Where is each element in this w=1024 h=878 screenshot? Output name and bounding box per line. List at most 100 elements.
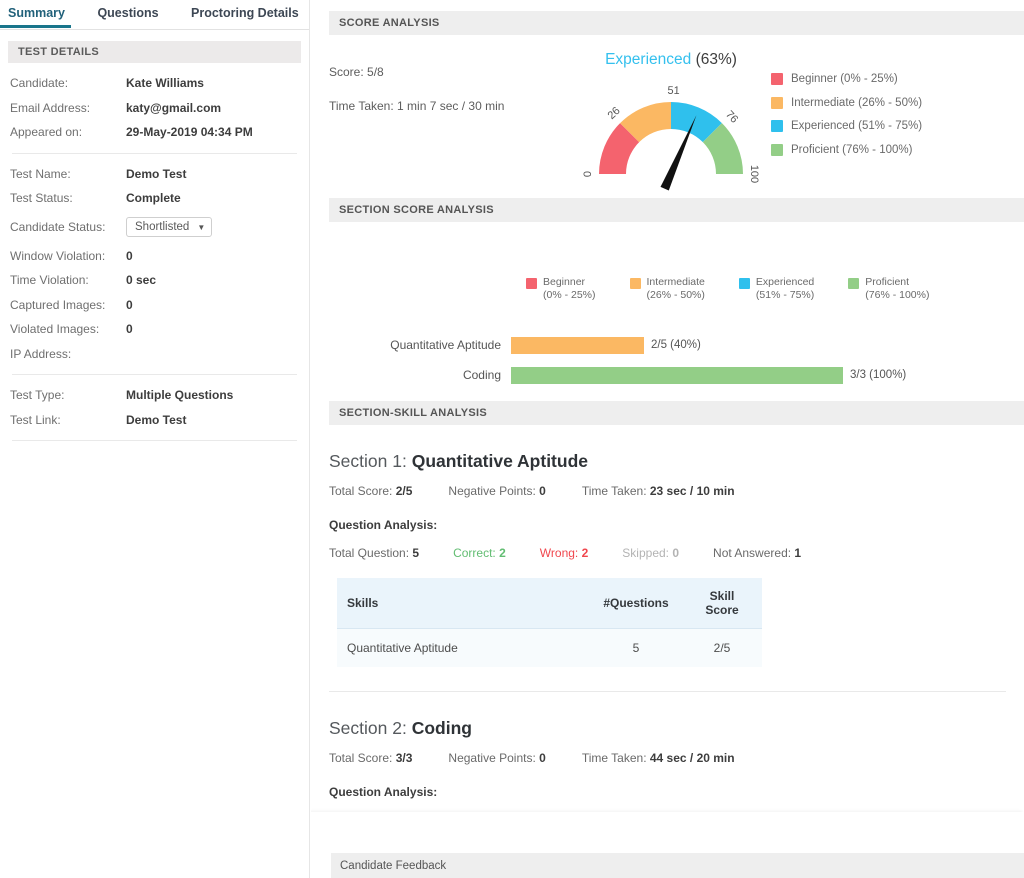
value-test-link[interactable]: Demo Test (126, 413, 186, 427)
legend-name-proficient: Proficient (865, 276, 909, 288)
legend-item-experienced: Experienced (51% - 75%) (771, 120, 922, 132)
legend-label-experienced: Experienced (51% - 75%) (791, 120, 922, 132)
section-1-not-answered: Not Answered: 1 (713, 546, 801, 560)
time-taken-line: Time Taken: 1 min 7 sec / 30 min (329, 99, 504, 113)
column-skill-score: Skill Score (682, 578, 762, 629)
legend-item-intermediate: Intermediate (26% - 50%) (630, 276, 705, 302)
legend-text-proficient: Proficient (76% - 100%) (865, 276, 929, 302)
section-1-not-answered-label: Not Answered: (713, 546, 791, 560)
section-1-wrong-label: Wrong: (540, 546, 578, 560)
section-2-title: Section 2: Coding (329, 718, 1006, 739)
section-1-correct-value: 2 (499, 546, 506, 560)
divider (12, 440, 297, 441)
label-test-status: Test Status: (10, 191, 126, 205)
section-2-time-label: Time Taken: (582, 751, 647, 765)
detail-row-test-name: Test Name: Demo Test (10, 162, 299, 187)
section-1-meta: Total Score: 2/5 Negative Points: 0 Time… (329, 484, 1006, 498)
legend-label-intermediate: Intermediate (26% - 50%) (791, 97, 922, 109)
detail-row-email: Email Address: katy@gmail.com (10, 96, 299, 121)
table-row: Quantitative Aptitude 5 2/5 (337, 629, 762, 668)
section-1-wrong: Wrong: 2 (540, 546, 589, 560)
legend-swatch-experienced (771, 120, 783, 132)
section-2-prefix: Section 2: (329, 718, 407, 738)
legend-item-beginner: Beginner (0% - 25%) (771, 73, 922, 85)
gauge-level-label: Experienced (605, 51, 691, 68)
section-divider (329, 691, 1006, 692)
gauge-tick-label: 100 (748, 165, 760, 183)
cell-question-count: 5 (590, 629, 682, 668)
legend-range-experienced: (51% - 75%) (756, 289, 814, 301)
section-2-question-analysis-heading: Question Analysis: (329, 785, 1006, 799)
value-candidate: Kate Williams (126, 76, 204, 90)
tab-summary[interactable]: Summary (8, 0, 65, 27)
gauge-percent-label: (63%) (696, 51, 737, 68)
label-candidate: Candidate: (10, 76, 126, 90)
gauge-legend: Beginner (0% - 25%) Intermediate (26% - … (771, 73, 922, 167)
bar-row: Coding 3/3 (100%) (311, 360, 1024, 390)
table-header-row: Skills #Questions Skill Score (337, 578, 762, 629)
section-1-question-analysis: Total Question: 5 Correct: 2 Wrong: 2 Sk… (329, 546, 1006, 560)
test-report-page: Summary Questions Proctoring Details A T… (0, 0, 1024, 878)
section-score-legend: Beginner (0% - 25%) Intermediate (26% - … (526, 276, 963, 302)
section-1-total-question: Total Question: 5 (329, 546, 419, 560)
section-1-question-analysis-heading: Question Analysis: (329, 518, 1006, 532)
label-captured-images: Captured Images: (10, 298, 126, 312)
detail-row-appeared-on: Appeared on: 29-May-2019 04:34 PM (10, 120, 299, 145)
legend-item-experienced: Experienced (51% - 75%) (739, 276, 814, 302)
legend-name-experienced: Experienced (756, 276, 814, 288)
tab-bar: Summary Questions Proctoring Details A (0, 0, 309, 30)
section-1-total-question-label: Total Question: (329, 546, 409, 560)
section-1-skipped: Skipped: 0 (622, 546, 679, 560)
legend-name-intermediate: Intermediate (647, 276, 705, 288)
label-time-violation: Time Violation: (10, 273, 126, 287)
value-violated-images: 0 (126, 322, 133, 336)
right-panel: SCORE ANALYSIS Score: 5/8 Time Taken: 1 … (311, 0, 1024, 878)
section-1-time-label: Time Taken: (582, 484, 647, 498)
test-details-list: Candidate: Kate Williams Email Address: … (0, 63, 309, 441)
legend-text-beginner: Beginner (0% - 25%) (543, 276, 596, 302)
section-2-total-score-value: 3/3 (396, 751, 413, 765)
section-1-title: Section 1: Quantitative Aptitude (329, 451, 1006, 472)
value-time-violation: 0 sec (126, 273, 156, 287)
candidate-feedback-header: Candidate Feedback (331, 853, 1024, 878)
score-line: Score: 5/8 (329, 65, 504, 79)
legend-range-beginner: (0% - 25%) (543, 289, 596, 301)
detail-row-window-violation: Window Violation: 0 (10, 244, 299, 269)
section-skill-analysis-header: SECTION-SKILL ANALYSIS (329, 401, 1024, 425)
column-questions: #Questions (590, 578, 682, 629)
tab-proctoring-details[interactable]: Proctoring Details (191, 0, 299, 27)
legend-text-intermediate: Intermediate (26% - 50%) (647, 276, 705, 302)
candidate-status-select[interactable]: Shortlisted ▼ (126, 217, 212, 237)
tab-questions[interactable]: Questions (97, 0, 158, 27)
section-1-total-question-value: 5 (412, 546, 419, 560)
label-test-link: Test Link: (10, 413, 126, 427)
gauge-tick-label: 76 (723, 109, 740, 126)
cell-skill-name: Quantitative Aptitude (337, 629, 590, 668)
column-skills: Skills (337, 578, 590, 629)
section-2-negative-points: Negative Points: 0 (448, 751, 545, 765)
section-1-total-score-label: Total Score: (329, 484, 392, 498)
legend-swatch-intermediate (630, 278, 641, 289)
value-window-violation: 0 (126, 249, 133, 263)
legend-name-beginner: Beginner (543, 276, 585, 288)
divider (12, 374, 297, 375)
value-email-address: katy@gmail.com (126, 101, 221, 115)
bar-fill-quantitative-aptitude (511, 337, 644, 354)
section-1-negative-label: Negative Points: (448, 484, 535, 498)
section-score-chart: Beginner (0% - 25%) Intermediate (26% - … (311, 222, 1024, 390)
section-1-total-score-value: 2/5 (396, 484, 413, 498)
detail-row-ip-address: IP Address: (10, 342, 299, 367)
value-test-name: Demo Test (126, 167, 186, 181)
legend-swatch-beginner (771, 73, 783, 85)
gauge-svg: 0265176100 (566, 71, 776, 191)
section-2-name: Coding (412, 718, 472, 738)
divider (12, 153, 297, 154)
legend-item-proficient: Proficient (76% - 100%) (771, 144, 922, 156)
value-test-type: Multiple Questions (126, 388, 233, 402)
label-test-name: Test Name: (10, 167, 126, 181)
section-2-time-value: 44 sec / 20 min (650, 751, 735, 765)
section-2-negative-value: 0 (539, 751, 546, 765)
test-details-header: TEST DETAILS (8, 41, 301, 63)
value-captured-images: 0 (126, 298, 133, 312)
candidate-status-value: Shortlisted (135, 221, 189, 233)
